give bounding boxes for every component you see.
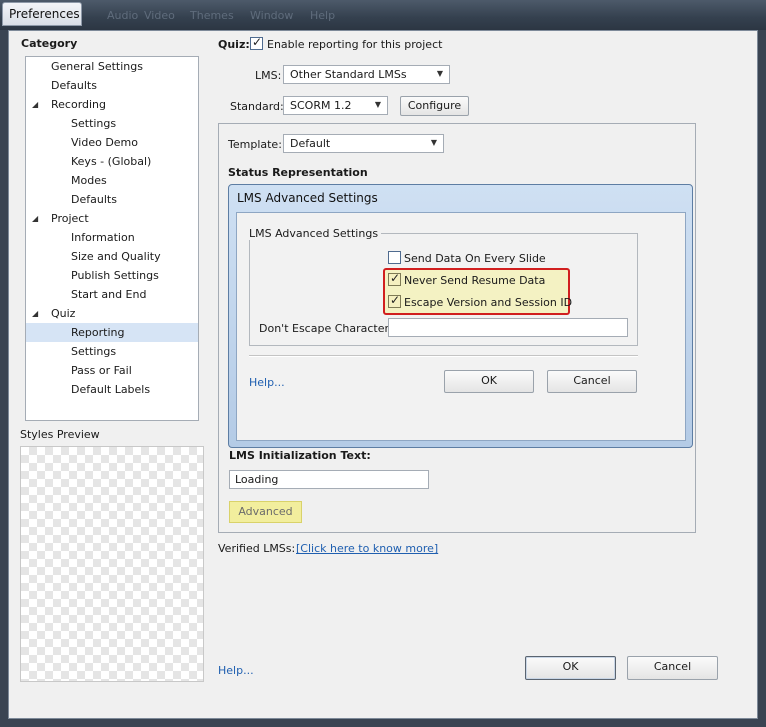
tree-item-label: Modes — [71, 174, 107, 187]
template-dropdown-value: Default — [290, 137, 331, 150]
styles-preview-canvas — [20, 446, 204, 682]
escape-version-session-id-label: Escape Version and Session ID — [404, 296, 573, 309]
escape-version-session-id-checkbox[interactable] — [388, 293, 401, 308]
tree-item[interactable]: Keys - (Global) — [26, 152, 198, 171]
template-label: Template: — [228, 138, 282, 151]
tree-item[interactable]: Settings — [26, 342, 198, 361]
tree-item-label: Defaults — [51, 79, 97, 92]
quiz-label: Quiz: — [218, 38, 250, 51]
standard-dropdown-value: SCORM 1.2 — [290, 99, 352, 112]
send-data-every-slide-checkbox[interactable] — [388, 251, 401, 264]
tree-item[interactable]: Information — [26, 228, 198, 247]
expand-triangle-icon[interactable]: ◢ — [32, 209, 38, 228]
tree-item-label: Settings — [71, 345, 117, 358]
tree-item[interactable]: ◢ Project — [26, 209, 198, 228]
tree-item[interactable]: Default Labels — [26, 380, 198, 399]
lms-init-text-heading: LMS Initialization Text: — [229, 449, 371, 462]
tree-item[interactable]: Video Demo — [26, 133, 198, 152]
tree-item[interactable]: Modes — [26, 171, 198, 190]
tree-item[interactable]: ◢ Quiz — [26, 304, 198, 323]
tree-item[interactable]: Reporting — [26, 323, 198, 342]
lms-init-text-input[interactable]: Loading — [229, 470, 429, 489]
tree-item-label: Keys - (Global) — [71, 155, 152, 168]
enable-reporting-label: Enable reporting for this project — [267, 38, 443, 51]
verified-lms-link[interactable]: [Click here to know more] — [296, 542, 438, 555]
never-send-resume-data-checkbox[interactable] — [388, 271, 401, 286]
tree-item[interactable]: Defaults — [26, 190, 198, 209]
tree-item-label: Information — [71, 231, 135, 244]
styles-preview-label: Styles Preview — [20, 428, 100, 441]
ghost-menu-item: Help — [310, 9, 336, 22]
divider — [249, 355, 638, 357]
configure-button[interactable]: Configure — [400, 96, 469, 116]
tree-item[interactable]: Size and Quality — [26, 247, 198, 266]
tree-item[interactable]: Defaults — [26, 76, 198, 95]
tree-item-label: Project — [51, 212, 89, 225]
tree-item-label: Settings — [71, 117, 117, 130]
chevron-down-icon: ▼ — [374, 100, 381, 109]
tree-item-label: General Settings — [51, 60, 143, 73]
category-heading: Category — [21, 37, 78, 50]
lms-dropdown[interactable]: Other Standard LMSs ▼ — [283, 65, 450, 84]
modal-cancel-button[interactable]: Cancel — [547, 370, 637, 393]
tree-item[interactable]: ◢ Recording — [26, 95, 198, 114]
tree-item-label: Video Demo — [71, 136, 138, 149]
lms-dropdown-value: Other Standard LMSs — [290, 68, 407, 81]
tree-item-label: Quiz — [51, 307, 76, 320]
chevron-down-icon: ▼ — [430, 138, 437, 147]
category-tree[interactable]: General Settings Defaults ◢ Recording Settin… — [25, 56, 199, 421]
tree-item-label: Publish Settings — [71, 269, 159, 282]
never-send-resume-data-label: Never Send Resume Data — [404, 274, 546, 287]
tree-item-label: Reporting — [71, 326, 125, 339]
standard-dropdown[interactable]: SCORM 1.2 ▼ — [283, 96, 388, 115]
verified-lms-label: Verified LMSs: — [218, 542, 296, 555]
expand-triangle-icon[interactable]: ◢ — [32, 304, 38, 323]
tree-item[interactable]: Pass or Fail — [26, 361, 198, 380]
ghost-menu-item: Audio — [107, 9, 139, 22]
lms-label: LMS: — [255, 69, 282, 82]
ghost-menu-item: Themes — [190, 9, 234, 22]
tree-item-label: Pass or Fail — [71, 364, 132, 377]
ghost-menu-item: Window — [250, 9, 294, 22]
chevron-down-icon: ▼ — [436, 69, 443, 78]
tree-item-label: Size and Quality — [71, 250, 161, 263]
lms-advanced-settings-group-label: LMS Advanced Settings — [246, 227, 382, 240]
modal-help-link[interactable]: Help... — [249, 376, 285, 389]
send-data-every-slide-label: Send Data On Every Slide — [404, 252, 546, 265]
window-title: Preferences — [2, 2, 82, 26]
tree-item-label: Default Labels — [71, 383, 151, 396]
lms-advanced-settings-title: LMS Advanced Settings — [237, 191, 378, 205]
tree-item-label: Start and End — [71, 288, 147, 301]
modal-ok-button[interactable]: OK — [444, 370, 534, 393]
ghost-menu-item: Video — [144, 9, 175, 22]
status-representation-heading: Status Representation — [228, 166, 368, 179]
help-link[interactable]: Help... — [218, 664, 254, 677]
tree-item[interactable]: Publish Settings — [26, 266, 198, 285]
dont-escape-characters-label: Don't Escape Characters: — [259, 322, 399, 335]
tree-item[interactable]: Start and End — [26, 285, 198, 304]
ok-button[interactable]: OK — [525, 656, 616, 680]
dont-escape-characters-input[interactable] — [388, 318, 628, 337]
expand-triangle-icon[interactable]: ◢ — [32, 95, 38, 114]
advanced-button[interactable]: Advanced — [229, 501, 302, 523]
tree-item-label: Defaults — [71, 193, 117, 206]
standard-label: Standard: — [230, 100, 284, 113]
tree-item[interactable]: General Settings — [26, 57, 198, 76]
enable-reporting-checkbox[interactable] — [250, 35, 263, 50]
cancel-button[interactable]: Cancel — [627, 656, 718, 680]
tree-item-label: Recording — [51, 98, 107, 111]
tree-item[interactable]: Settings — [26, 114, 198, 133]
template-dropdown[interactable]: Default ▼ — [283, 134, 444, 153]
